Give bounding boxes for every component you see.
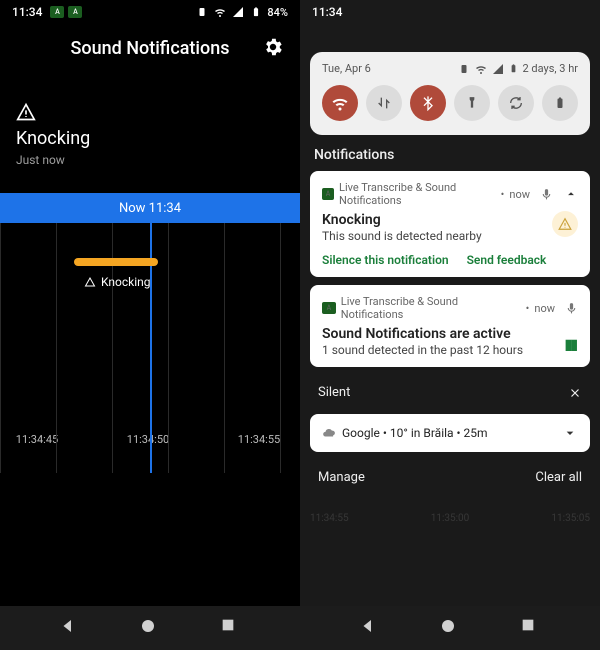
notification-body: This sound is detected nearby: [322, 229, 578, 243]
nav-back-button[interactable]: [59, 617, 81, 639]
page-title: Sound Notifications: [70, 38, 229, 59]
collapse-icon[interactable]: [564, 187, 578, 201]
notification-card-google[interactable]: Google • 10° in Brăila • 25m: [310, 414, 590, 452]
wifi-icon: [475, 63, 487, 75]
battery-percent: 84%: [267, 6, 288, 19]
notification-app: Live Transcribe & Sound Notifications: [341, 295, 521, 321]
warning-icon: [16, 102, 36, 122]
qs-data[interactable]: [366, 85, 402, 121]
battery-icon: [249, 5, 263, 19]
warning-icon: [552, 211, 578, 237]
app-header: Sound Notifications: [0, 24, 300, 72]
detection-name: Knocking: [16, 128, 284, 149]
status-bar: 11:34 A A 84%: [0, 0, 300, 24]
manage-button[interactable]: Manage: [318, 470, 365, 485]
now-indicator[interactable]: Now 11:34: [0, 193, 300, 223]
app-notification-icon: A: [50, 6, 64, 18]
battery-icon: [509, 62, 518, 75]
nav-home-button[interactable]: [139, 617, 161, 639]
close-icon[interactable]: [568, 386, 582, 400]
status-bar: 11:34: [300, 0, 600, 24]
shade-date: Tue, Apr 6: [322, 62, 371, 75]
app-icon: A: [322, 302, 336, 314]
nav-home-button[interactable]: [439, 617, 461, 639]
qs-autorotate[interactable]: [498, 85, 534, 121]
vibrate-icon: [458, 63, 470, 75]
latest-detection: Knocking Just now: [0, 72, 300, 179]
notification-title: Knocking: [322, 212, 578, 228]
expand-icon[interactable]: [562, 425, 578, 441]
notification-when: now: [534, 302, 555, 315]
timeline[interactable]: Knocking: [0, 223, 300, 473]
vibrate-icon: [195, 5, 209, 19]
nav-recents-button[interactable]: [520, 617, 542, 639]
quick-settings-panel: Tue, Apr 6 2 days, 3 hr: [310, 52, 590, 135]
app-icon: A: [322, 188, 334, 200]
qs-wifi[interactable]: [322, 85, 358, 121]
nav-bar: [0, 606, 300, 650]
clear-all-button[interactable]: Clear all: [535, 470, 582, 485]
notification-card[interactable]: A Live Transcribe & Sound Notifications …: [310, 171, 590, 277]
app-notification-icon: A: [68, 6, 82, 18]
action-silence[interactable]: Silence this notification: [322, 253, 449, 267]
silent-section: Silent: [300, 375, 600, 410]
nav-recents-button[interactable]: [220, 617, 242, 639]
signal-icon: [231, 5, 245, 19]
notification-when: now: [509, 188, 530, 201]
timeline-event-label: Knocking: [84, 275, 151, 289]
clock: 11:34: [312, 5, 342, 19]
nav-bar: [300, 606, 600, 650]
qs-battery-saver[interactable]: [542, 85, 578, 121]
notification-title: Sound Notifications are active: [322, 326, 578, 342]
action-feedback[interactable]: Send feedback: [467, 253, 547, 267]
mic-icon: [540, 188, 553, 201]
detection-time: Just now: [16, 153, 284, 167]
pause-button[interactable]: ▮▮: [565, 337, 576, 353]
background-timeline-axis: 11:34:55 11:35:00 11:35:05: [300, 485, 600, 524]
notifications-heading: Notifications: [314, 147, 586, 163]
notification-app: Live Transcribe & Sound Notifications: [339, 181, 496, 207]
notification-card[interactable]: A Live Transcribe & Sound Notifications …: [310, 285, 590, 367]
nav-back-button[interactable]: [359, 617, 381, 639]
clock: 11:34: [12, 5, 42, 19]
qs-bluetooth[interactable]: [410, 85, 446, 121]
cloud-icon: [322, 426, 336, 440]
silent-label: Silent: [318, 385, 350, 400]
right-phone: 11:34 Tue, Apr 6 2 days, 3 hr Notificati…: [300, 0, 600, 650]
battery-estimate: 2 days, 3 hr: [523, 62, 579, 75]
signal-icon: [492, 63, 504, 75]
qs-flashlight[interactable]: [454, 85, 490, 121]
timeline-event-bar[interactable]: [74, 258, 158, 266]
mic-icon: [565, 302, 578, 315]
left-phone: 11:34 A A 84% Sound Notifications: [0, 0, 300, 650]
wifi-icon: [213, 5, 227, 19]
shade-footer: Manage Clear all: [300, 462, 600, 485]
google-card-text: Google • 10° in Brăila • 25m: [342, 426, 488, 440]
notification-body: 1 sound detected in the past 12 hours: [322, 343, 578, 357]
settings-button[interactable]: [262, 36, 284, 58]
